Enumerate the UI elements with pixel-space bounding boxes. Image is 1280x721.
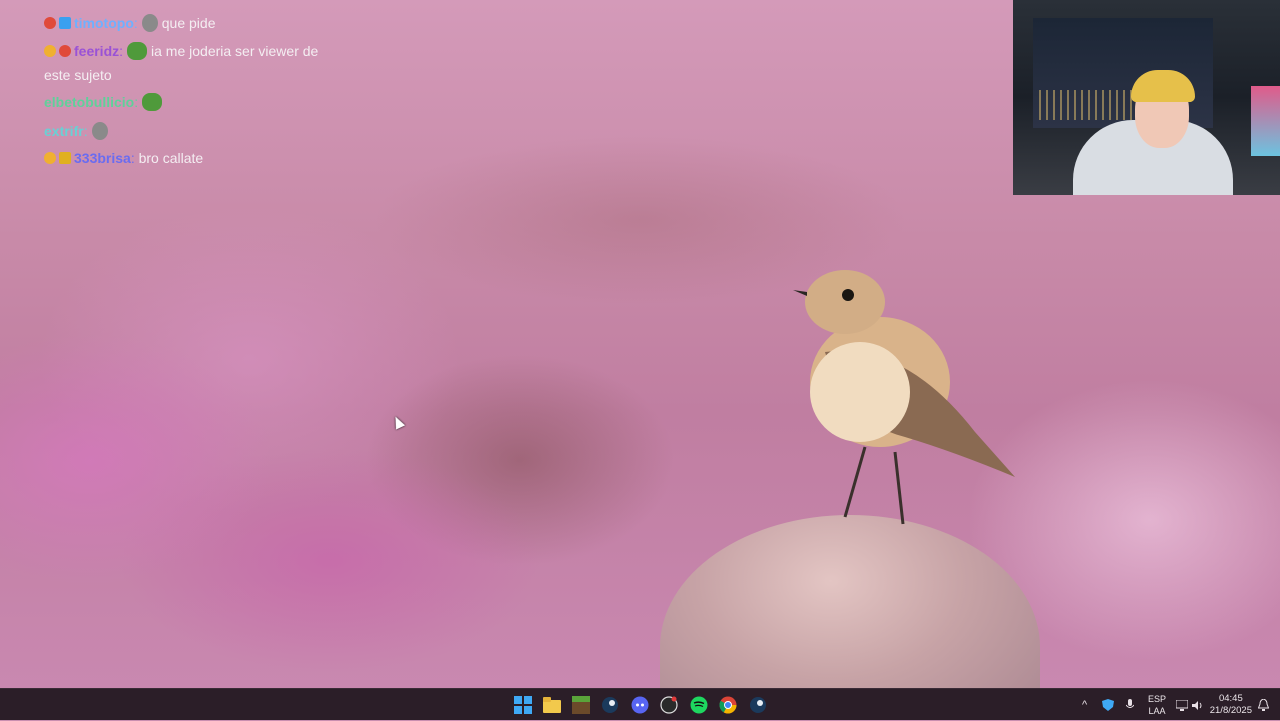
keyboard-layout: LAA bbox=[1148, 706, 1166, 716]
chat-username: 333brisa bbox=[74, 150, 131, 166]
taskbar-clock[interactable]: 04:45 21/8/2025 bbox=[1210, 693, 1252, 717]
spotify-icon[interactable] bbox=[688, 694, 710, 716]
badge-icon bbox=[59, 17, 71, 29]
clock-date: 21/8/2025 bbox=[1209, 705, 1252, 716]
chat-text: ia me joderia ser viewer de bbox=[151, 43, 319, 59]
discord-icon[interactable] bbox=[629, 694, 651, 716]
pepe-emote-icon bbox=[127, 42, 148, 60]
chat-message: feeridz: ia me joderia ser viewer de bbox=[44, 42, 318, 60]
chat-message: timotopo: que pide bbox=[44, 14, 215, 32]
badge-icon bbox=[59, 152, 71, 164]
wallpaper-bird bbox=[793, 270, 1015, 525]
chat-text: bro callate bbox=[138, 150, 204, 166]
badge-icon bbox=[59, 45, 71, 57]
chat-username: elbetobullicio bbox=[44, 94, 135, 110]
windows-start-icon[interactable] bbox=[512, 694, 534, 716]
steam-icon-2[interactable] bbox=[747, 694, 769, 716]
file-explorer-icon[interactable] bbox=[541, 694, 563, 716]
webcam-overlay bbox=[1013, 0, 1280, 195]
chat-username: extrifr bbox=[44, 123, 84, 139]
volume-icon[interactable] bbox=[1190, 694, 1206, 716]
steam-icon[interactable] bbox=[599, 694, 621, 716]
badge-icon bbox=[44, 45, 56, 57]
obs-icon[interactable] bbox=[658, 694, 680, 716]
language-indicator[interactable]: ESP LAA bbox=[1148, 693, 1166, 717]
microphone-icon[interactable] bbox=[1122, 694, 1138, 716]
webcam-monitor bbox=[1251, 86, 1280, 156]
chat-message-continuation: este sujeto bbox=[44, 67, 112, 83]
language-code: ESP bbox=[1148, 694, 1167, 704]
taskbar: ^ ESP LAA 04:45 21/8/2025 bbox=[0, 688, 1280, 720]
chat-username: feeridz bbox=[74, 43, 120, 59]
network-icon[interactable] bbox=[1174, 694, 1190, 716]
wallpaper-rock bbox=[660, 515, 1040, 688]
chat-text: este sujeto bbox=[44, 67, 112, 83]
chat-text: que pide bbox=[161, 15, 216, 31]
minecraft-icon[interactable] bbox=[570, 694, 592, 716]
badge-icon bbox=[44, 17, 56, 29]
tray-overflow-chevron-icon[interactable]: ^ bbox=[1082, 689, 1087, 721]
skull-emote-icon bbox=[141, 14, 158, 32]
pepe-emote-icon bbox=[142, 93, 163, 111]
chat-message: 333brisa: bro callate bbox=[44, 150, 203, 166]
badge-icon bbox=[44, 152, 56, 164]
chat-message: extrifr: bbox=[44, 122, 112, 140]
chat-message: elbetobullicio: bbox=[44, 93, 166, 111]
webcam-city-lights bbox=[1039, 90, 1139, 120]
skull-emote-icon bbox=[91, 122, 108, 140]
defender-tray-icon[interactable] bbox=[1100, 694, 1116, 716]
notification-bell-icon[interactable] bbox=[1255, 694, 1271, 716]
clock-time: 04:45 bbox=[1218, 693, 1243, 704]
chat-username: timotopo bbox=[74, 15, 134, 31]
chrome-icon[interactable] bbox=[717, 694, 739, 716]
